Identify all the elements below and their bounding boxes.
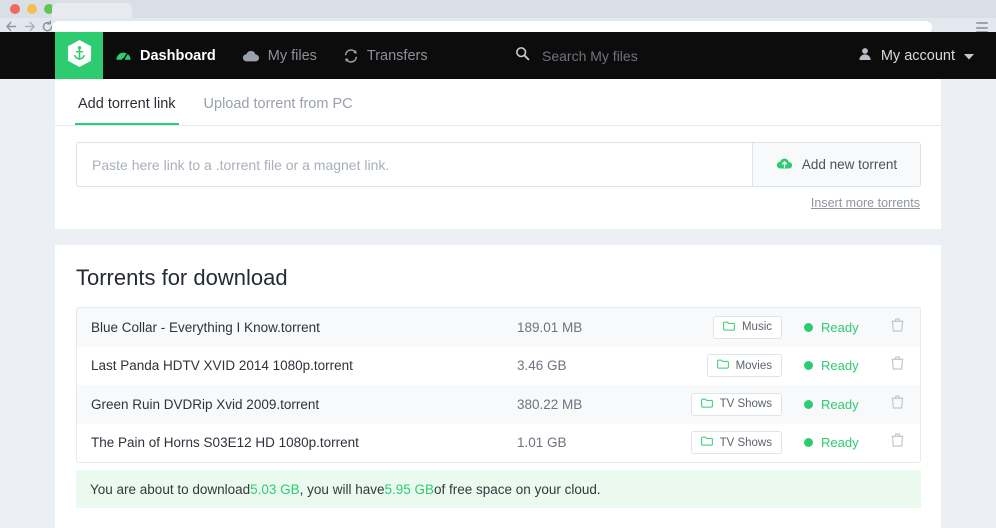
status-badge: Ready bbox=[782, 397, 882, 412]
tab-upload-torrent-from-pc[interactable]: Upload torrent from PC bbox=[201, 96, 356, 126]
notice-prefix: You are about to download bbox=[90, 482, 250, 497]
page-title: Torrents for download bbox=[76, 265, 288, 291]
nav-item-transfers[interactable]: Transfers bbox=[343, 32, 428, 79]
app-logo[interactable] bbox=[55, 32, 103, 79]
folder-tag-label: Movies bbox=[736, 360, 772, 372]
delete-torrent-button[interactable] bbox=[882, 318, 920, 337]
torrents-table: Blue Collar - Everything I Know.torrent … bbox=[76, 307, 921, 463]
add-new-torrent-button[interactable]: Add new torrent bbox=[752, 143, 920, 186]
folder-tag[interactable]: TV Shows bbox=[691, 393, 782, 416]
folder-icon bbox=[701, 436, 713, 449]
window-controls bbox=[10, 4, 54, 14]
app-header: Dashboard My files Tran bbox=[0, 32, 996, 79]
torrent-name: Blue Collar - Everything I Know.torrent bbox=[77, 320, 517, 335]
trash-icon bbox=[891, 395, 904, 414]
close-window-button[interactable] bbox=[10, 4, 20, 14]
status-dot-icon bbox=[804, 361, 813, 370]
user-icon bbox=[858, 47, 872, 65]
torrent-input-row: Add new torrent bbox=[76, 142, 921, 187]
folder-tag[interactable]: TV Shows bbox=[691, 431, 782, 454]
nav-item-dashboard[interactable]: Dashboard bbox=[115, 32, 216, 79]
folder-icon bbox=[717, 359, 729, 372]
folder-tag[interactable]: Movies bbox=[707, 354, 782, 377]
insert-more-torrents-link[interactable]: Insert more torrents bbox=[811, 196, 920, 210]
status-label: Ready bbox=[821, 435, 859, 450]
nav-label: Transfers bbox=[367, 48, 428, 64]
tab-bar: Add torrent link Upload torrent from PC bbox=[75, 79, 356, 126]
dashboard-gauge-icon bbox=[115, 47, 132, 64]
chevron-down-icon bbox=[964, 48, 974, 64]
folder-icon bbox=[723, 321, 735, 334]
notice-middle: , you will have bbox=[300, 482, 385, 497]
delete-torrent-button[interactable] bbox=[882, 433, 920, 452]
search-area bbox=[515, 32, 792, 79]
torrent-name: Last Panda HDTV XVID 2014 1080p.torrent bbox=[77, 358, 517, 373]
account-menu[interactable]: My account bbox=[858, 32, 974, 79]
table-row[interactable]: Last Panda HDTV XVID 2014 1080p.torrent … bbox=[77, 347, 920, 386]
folder-icon bbox=[701, 398, 713, 411]
folder-tag-cell: Movies bbox=[662, 354, 782, 377]
browser-tab[interactable] bbox=[52, 3, 132, 18]
folder-tag-label: Music bbox=[742, 321, 772, 333]
nav-item-my-files[interactable]: My files bbox=[242, 32, 317, 79]
torrent-name: Green Ruin DVDRip Xvid 2009.torrent bbox=[77, 397, 517, 412]
folder-tag-cell: TV Shows bbox=[662, 431, 782, 454]
search-icon[interactable] bbox=[515, 46, 530, 66]
folder-tag-cell: TV Shows bbox=[662, 393, 782, 416]
folder-tag[interactable]: Music bbox=[713, 316, 782, 339]
torrent-size: 380.22 MB bbox=[517, 397, 662, 412]
torrents-card: Torrents for download Blue Collar - Ever… bbox=[55, 245, 941, 528]
status-dot-icon bbox=[804, 438, 813, 447]
anchor-hexagon-logo bbox=[66, 39, 93, 73]
status-badge: Ready bbox=[782, 320, 882, 335]
table-row[interactable]: Green Ruin DVDRip Xvid 2009.torrent 380.… bbox=[77, 385, 920, 424]
status-label: Ready bbox=[821, 397, 859, 412]
status-dot-icon bbox=[804, 323, 813, 332]
table-row[interactable]: Blue Collar - Everything I Know.torrent … bbox=[77, 308, 920, 347]
status-dot-icon bbox=[804, 400, 813, 409]
search-input[interactable] bbox=[542, 48, 792, 64]
torrent-size: 1.01 GB bbox=[517, 435, 662, 450]
torrent-name: The Pain of Horns S03E12 HD 1080p.torren… bbox=[77, 435, 517, 450]
main-nav: Dashboard My files Tran bbox=[115, 32, 428, 79]
minimize-window-button[interactable] bbox=[27, 4, 37, 14]
nav-label: My files bbox=[268, 48, 317, 64]
notice-suffix: of free space on your cloud. bbox=[434, 482, 601, 497]
folder-tag-label: TV Shows bbox=[720, 398, 772, 410]
cloud-upload-icon bbox=[776, 156, 793, 173]
folder-tag-cell: Music bbox=[662, 316, 782, 339]
status-badge: Ready bbox=[782, 358, 882, 373]
sync-refresh-icon bbox=[343, 48, 359, 64]
trash-icon bbox=[891, 433, 904, 452]
notice-download-size: 5.03 GB bbox=[250, 482, 300, 497]
notice-free-size: 5.95 GB bbox=[384, 482, 434, 497]
status-label: Ready bbox=[821, 358, 859, 373]
table-row[interactable]: The Pain of Horns S03E12 HD 1080p.torren… bbox=[77, 424, 920, 463]
add-button-label: Add new torrent bbox=[802, 157, 897, 172]
cloud-icon bbox=[242, 49, 260, 63]
torrent-size: 3.46 GB bbox=[517, 358, 662, 373]
trash-icon bbox=[891, 356, 904, 375]
free-space-notice: You are about to download 5.03 GB, you w… bbox=[76, 470, 921, 508]
torrent-size: 189.01 MB bbox=[517, 320, 662, 335]
tab-add-torrent-link[interactable]: Add torrent link bbox=[75, 96, 179, 126]
delete-torrent-button[interactable] bbox=[882, 395, 920, 414]
trash-icon bbox=[891, 318, 904, 337]
nav-label: Dashboard bbox=[140, 48, 216, 64]
status-badge: Ready bbox=[782, 435, 882, 450]
delete-torrent-button[interactable] bbox=[882, 356, 920, 375]
tab-divider bbox=[55, 125, 941, 126]
status-label: Ready bbox=[821, 320, 859, 335]
add-torrent-card: Add torrent link Upload torrent from PC … bbox=[55, 79, 941, 229]
folder-tag-label: TV Shows bbox=[720, 437, 772, 449]
torrent-link-input[interactable] bbox=[77, 143, 752, 186]
account-label: My account bbox=[881, 48, 955, 64]
